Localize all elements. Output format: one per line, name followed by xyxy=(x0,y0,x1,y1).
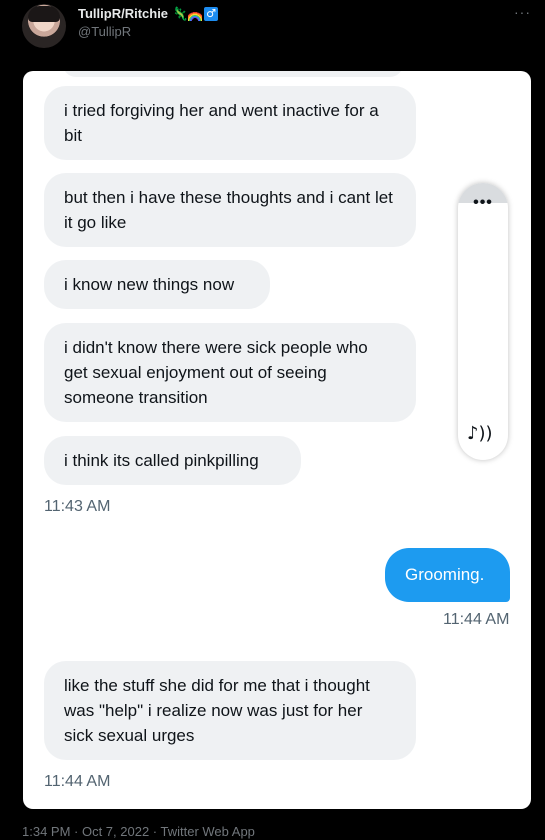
rainbow-icon xyxy=(188,6,203,21)
message-text: i tried forgiving her and went inactive … xyxy=(64,101,379,145)
tweet-meta[interactable]: 1:34 PM · Oct 7, 2022 · Twitter Web App xyxy=(22,824,255,839)
male-sign-icon: ♂ xyxy=(204,6,219,21)
message-text: like the stuff she did for me that i tho… xyxy=(64,676,370,745)
received-message: like the stuff she did for me that i tho… xyxy=(44,661,416,760)
message-timestamp: 11:43 AM xyxy=(44,498,111,515)
speaker-icon[interactable]: ♪)) xyxy=(467,423,497,445)
received-message: i think its called pinkpilling xyxy=(44,436,301,485)
message-timestamp: 11:44 AM xyxy=(443,611,510,628)
lizard-icon: 🦎 xyxy=(172,5,189,21)
received-message: i tried forgiving her and went inactive … xyxy=(44,86,416,160)
display-name-row[interactable]: TullipR/Ritchie 🦎 ♂ xyxy=(78,5,219,21)
more-options-icon[interactable]: ··· xyxy=(514,4,531,20)
floating-side-panel: ••• ♪)) xyxy=(458,183,508,460)
tweet-header: TullipR/Ritchie 🦎 ♂ @TullipR ··· xyxy=(0,0,545,56)
avatar[interactable] xyxy=(22,4,66,48)
received-message: but then i have these thoughts and i can… xyxy=(44,173,416,247)
sent-message: Grooming. xyxy=(385,548,510,602)
more-icon[interactable]: ••• xyxy=(458,195,508,211)
message-text: i didn't know there were sick people who… xyxy=(64,338,368,407)
screenshot-card: i tried forgiving her and went inactive … xyxy=(23,71,531,809)
message-text: i know new things now xyxy=(64,275,235,294)
message-text: Grooming. xyxy=(405,565,485,584)
message-text: i think its called pinkpilling xyxy=(64,451,259,470)
display-name[interactable]: TullipR/Ritchie xyxy=(78,6,168,21)
message-timestamp: 11:44 AM xyxy=(44,773,111,790)
user-handle[interactable]: @TullipR xyxy=(78,24,131,39)
name-emojis: 🦎 ♂ xyxy=(172,5,219,21)
message-text: but then i have these thoughts and i can… xyxy=(64,188,393,232)
received-message: i know new things now xyxy=(44,260,270,309)
received-message: i didn't know there were sick people who… xyxy=(44,323,416,422)
cropped-message-bubble xyxy=(63,71,403,77)
